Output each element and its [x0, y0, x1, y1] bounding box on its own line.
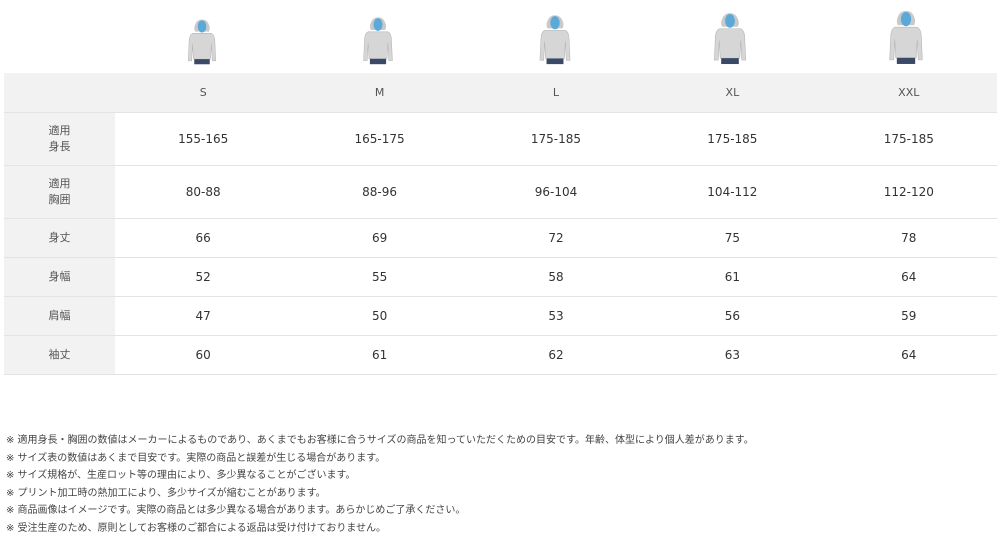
row-label-body-width: 身幅	[4, 257, 115, 296]
row-label-chest-range: 適用 胸囲	[4, 165, 115, 218]
note-item: ※ サイズ規格が、生産ロット等の理由により、多少異なることがございます。	[6, 470, 356, 482]
table-row: 身幅 52 55 58 61 64	[4, 257, 997, 296]
table-cell: 175-185	[707, 131, 758, 146]
hoodie-person-icon	[363, 17, 393, 65]
table-cell: 63	[724, 347, 740, 362]
model-figure-xxl	[875, 7, 936, 66]
size-header-l: L	[467, 73, 645, 112]
row-label-body-length: 身丈	[4, 218, 115, 257]
size-header-m: M	[291, 73, 468, 112]
table-row: 適用 胸囲 80-88 88-96 96-104 104-112 112-120	[4, 165, 997, 218]
hoodie-person-icon	[889, 10, 923, 64]
model-figure-s	[176, 16, 228, 66]
table-cell: 75	[724, 230, 740, 245]
size-header-xl: XL	[644, 73, 821, 112]
table-cell: 52	[195, 269, 211, 284]
table-cell: 56	[724, 308, 740, 323]
table-cell: 104-112	[707, 184, 758, 199]
table-cell: 53	[548, 308, 564, 323]
table-cell: 64	[901, 347, 917, 362]
row-label-sleeve-length: 袖丈	[4, 335, 115, 374]
note-item: ※ 適用身長・胸囲の数値はメーカーによるものであり、あくまでもお客様に合うサイズ…	[6, 435, 754, 446]
note-item: ※ サイズ表の数値はあくまで目安です。実際の商品と誤差が生じる場合があります。	[6, 452, 386, 464]
model-figures	[0, 0, 1000, 73]
size-header-xxl: XXL	[820, 73, 997, 112]
table-cell: 62	[548, 347, 564, 362]
table-cell: 59	[901, 308, 917, 323]
hoodie-person-icon	[539, 15, 571, 65]
model-figure-m	[351, 14, 405, 66]
table-cell: 50	[371, 308, 388, 323]
model-figure-l	[527, 11, 583, 66]
table-cell: 175-185	[530, 131, 582, 146]
table-cell: 55	[371, 269, 388, 284]
table-cell: 61	[371, 347, 388, 362]
row-label-text: 適用 身長	[48, 123, 71, 153]
hoodie-person-icon	[187, 19, 217, 65]
table-cell: 78	[901, 230, 917, 245]
table-cell: 60	[195, 347, 211, 362]
table-cell: 47	[195, 308, 211, 323]
table-row: 身丈 66 69 72 75 78	[4, 218, 997, 257]
row-label-text: 適用 胸囲	[48, 176, 71, 206]
note-item: ※ プリント加工時の熱加工により、多少サイズが縮むことがあります。	[6, 487, 326, 499]
table-cell: 80-88	[185, 184, 221, 199]
row-label-height-range: 適用 身長	[4, 112, 115, 165]
table-row: 肩幅 47 50 53 56 59	[4, 296, 997, 335]
table-cell: 69	[371, 230, 388, 245]
row-label-shoulder-width: 肩幅	[4, 296, 115, 335]
note-item: ※ 受注生産のため、原則としてお客様のご都合による返品は受け付けておりません。	[6, 522, 387, 534]
table-cell: 175-185	[883, 131, 934, 146]
table-row: 適用 身長 155-165 165-175 175-185 175-185 17…	[4, 112, 997, 165]
table-row: 袖丈 60 61 62 63 64	[4, 335, 997, 374]
table-cell: 58	[548, 269, 564, 284]
size-header-row: S M L XL XXL	[4, 73, 997, 112]
header-corner-cell	[4, 73, 115, 112]
model-figure-xl	[701, 9, 760, 66]
size-header-s: S	[115, 73, 292, 112]
table-cell: 96-104	[534, 184, 578, 199]
note-item: ※ 商品画像はイメージです。実際の商品とは多少異なる場合があります。あらかじめご…	[6, 505, 466, 517]
hoodie-person-icon	[714, 13, 746, 65]
table-cell: 61	[724, 269, 740, 284]
table-cell: 66	[195, 230, 211, 245]
table-cell: 64	[901, 269, 917, 284]
size-notes: ※ 適用身長・胸囲の数値はメーカーによるものであり、あくまでもお客様に合うサイズ…	[6, 432, 996, 538]
size-chart-table: S M L XL XXL 適用 身長 155-165 165-175 175-1…	[4, 73, 997, 375]
table-cell: 112-120	[883, 184, 934, 199]
table-cell: 72	[548, 230, 564, 245]
table-cell: 165-175	[354, 131, 405, 146]
table-cell: 88-96	[362, 184, 398, 199]
table-cell: 155-165	[178, 131, 229, 146]
